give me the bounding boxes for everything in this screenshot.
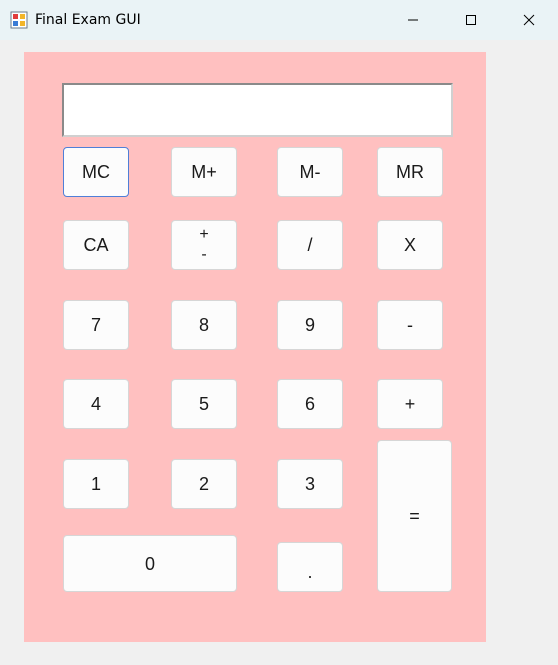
app-icon [10, 11, 28, 29]
app-window: Final Exam GUI MC M+ M- MR CA + - / X 7 … [0, 0, 558, 665]
minimize-icon [408, 19, 418, 21]
digit-5-button[interactable]: 5 [171, 379, 237, 429]
digit-9-button[interactable]: 9 [277, 300, 343, 350]
equals-button[interactable]: = [377, 440, 452, 592]
multiply-button[interactable]: X [377, 220, 443, 270]
digit-1-button[interactable]: 1 [63, 459, 129, 509]
title-bar[interactable]: Final Exam GUI [0, 0, 558, 40]
minimize-button[interactable] [384, 0, 442, 40]
digit-3-button[interactable]: 3 [277, 459, 343, 509]
clear-all-button[interactable]: CA [63, 220, 129, 270]
close-button[interactable] [500, 0, 558, 40]
digit-0-button[interactable]: 0 [63, 535, 237, 592]
digit-2-button[interactable]: 2 [171, 459, 237, 509]
digit-8-button[interactable]: 8 [171, 300, 237, 350]
digit-6-button[interactable]: 6 [277, 379, 343, 429]
mr-button[interactable]: MR [377, 147, 443, 197]
calculator-display[interactable] [62, 83, 453, 137]
window-title: Final Exam GUI [35, 12, 141, 28]
mc-button[interactable]: MC [63, 147, 129, 197]
m-plus-button[interactable]: M+ [171, 147, 237, 197]
maximize-button[interactable] [442, 0, 500, 40]
plus-minus-button[interactable]: + - [171, 220, 237, 270]
divide-button[interactable]: / [277, 220, 343, 270]
close-icon [523, 14, 535, 26]
digit-7-button[interactable]: 7 [63, 300, 129, 350]
maximize-icon [466, 15, 476, 25]
decimal-button[interactable]: . [277, 542, 343, 592]
add-button[interactable]: + [377, 379, 443, 429]
m-minus-button[interactable]: M- [277, 147, 343, 197]
digit-4-button[interactable]: 4 [63, 379, 129, 429]
subtract-button[interactable]: - [377, 300, 443, 350]
